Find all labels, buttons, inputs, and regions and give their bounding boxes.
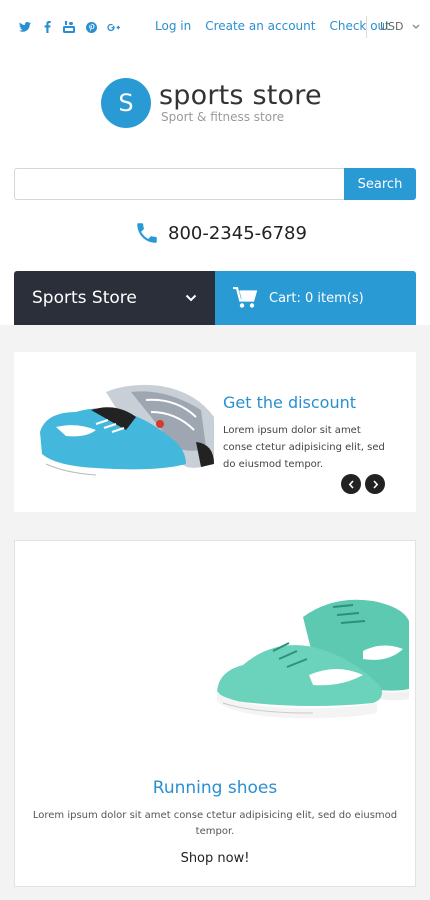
logo-badge: S xyxy=(101,78,151,128)
search-form: Search xyxy=(14,168,416,200)
mint-sneaker-image[interactable] xyxy=(213,591,409,721)
slide-title[interactable]: Get the discount xyxy=(223,393,356,412)
chevron-down-icon xyxy=(185,294,197,302)
divider xyxy=(366,16,367,38)
facebook-icon[interactable] xyxy=(36,19,58,35)
product-description: Lorem ipsum dolor sit amet conse ctetur … xyxy=(32,810,398,837)
phone-icon xyxy=(137,223,157,243)
store-logo[interactable]: S sports store Sport & fitness store xyxy=(101,78,341,138)
slider-controls xyxy=(341,474,385,494)
cart-button[interactable]: Cart: 0 item(s) xyxy=(215,271,416,325)
logo-name: sports store xyxy=(159,80,322,111)
promo-slider: Get the discount Lorem ipsum dolor sit a… xyxy=(14,352,416,512)
pinterest-icon[interactable] xyxy=(80,19,102,35)
category-menu-toggle[interactable]: Sports Store xyxy=(14,271,215,325)
twitter-icon[interactable] xyxy=(14,19,36,35)
chevron-right-icon xyxy=(372,479,378,489)
chevron-down-icon xyxy=(412,24,419,29)
search-button[interactable]: Search xyxy=(344,168,416,200)
phone-number[interactable]: 800-2345-6789 xyxy=(168,223,307,244)
slider-next-button[interactable] xyxy=(365,474,385,494)
create-account-link[interactable]: Create an account xyxy=(205,19,315,33)
login-link[interactable]: Log in xyxy=(155,19,191,33)
slide-text: Lorem ipsum dolor sit amet conse ctetur … xyxy=(223,425,385,470)
blue-sneaker-image[interactable] xyxy=(36,372,216,484)
nav-bar: Sports Store Cart: 0 item(s) xyxy=(14,271,416,325)
social-links xyxy=(14,19,124,35)
cart-icon xyxy=(233,287,257,308)
search-input[interactable] xyxy=(14,168,344,200)
logo-tagline: Sport & fitness store xyxy=(161,110,285,124)
currency-label: USD xyxy=(380,20,404,33)
top-bar: Log in Create an account Check out USD xyxy=(0,0,430,54)
shop-now-link[interactable]: Shop now! xyxy=(15,851,415,866)
youtube-icon[interactable] xyxy=(58,19,80,35)
logo-letter: S xyxy=(118,89,134,117)
product-banner: Running shoes Lorem ipsum dolor sit amet… xyxy=(14,540,416,887)
product-title[interactable]: Running shoes xyxy=(15,778,415,798)
currency-selector[interactable]: USD xyxy=(380,20,420,33)
chevron-left-icon xyxy=(348,479,354,489)
slider-prev-button[interactable] xyxy=(341,474,361,494)
phone-contact: 800-2345-6789 xyxy=(134,220,307,246)
menu-label: Sports Store xyxy=(32,288,137,308)
cart-label: Cart: 0 item(s) xyxy=(269,290,364,306)
google-plus-icon[interactable] xyxy=(102,19,124,35)
